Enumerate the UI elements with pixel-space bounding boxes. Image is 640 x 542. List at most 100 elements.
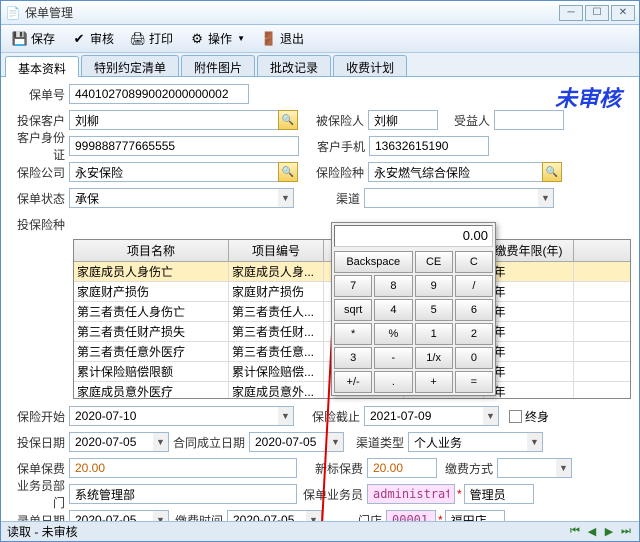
calc-key[interactable]: 0: [455, 347, 493, 369]
check-icon: ✔: [71, 31, 87, 47]
calc-key[interactable]: Backspace: [334, 251, 413, 273]
calc-key[interactable]: sqrt: [334, 299, 372, 321]
company-lookup[interactable]: 🔍: [278, 162, 298, 182]
calculator-popup: 0.00 BackspaceCEC789/sqrt456*%123-1/x0+/…: [331, 222, 496, 396]
print-button[interactable]: 🖨打印: [123, 27, 180, 50]
calc-key[interactable]: 1/x: [415, 347, 453, 369]
paymode-dropdown[interactable]: ▼: [556, 458, 572, 478]
end-field[interactable]: [364, 406, 484, 426]
end-dropdown[interactable]: ▼: [483, 406, 499, 426]
operate-button[interactable]: ⚙操作▼: [182, 27, 252, 50]
col-years[interactable]: 缴费年限(年): [484, 240, 574, 261]
contractdate-dropdown[interactable]: ▼: [328, 432, 344, 452]
tab-basic[interactable]: 基本资料: [5, 56, 79, 77]
calc-key[interactable]: C: [455, 251, 493, 273]
applydate-field[interactable]: [69, 432, 154, 452]
maximize-button[interactable]: ☐: [585, 5, 609, 21]
dept-field[interactable]: [69, 484, 297, 504]
form-panel: 未审核 保单号 投保客户 🔍 被保险人 受益人 客户身份证 客户手机 保险公司 …: [1, 77, 639, 521]
nav-prev-icon[interactable]: ◀: [585, 525, 599, 539]
calc-key[interactable]: *: [334, 323, 372, 345]
calc-key[interactable]: +/-: [334, 371, 372, 393]
beneficiary-field[interactable]: [494, 110, 564, 130]
idcard-field[interactable]: [69, 136, 299, 156]
label-beneficiary: 受益人: [438, 112, 494, 129]
applydate-dropdown[interactable]: ▼: [153, 432, 169, 452]
calc-key[interactable]: .: [374, 371, 412, 393]
label-contractdate: 合同成立日期: [169, 434, 249, 451]
calc-key[interactable]: %: [374, 323, 412, 345]
tab-amend[interactable]: 批改记录: [257, 55, 331, 76]
audit-stamp: 未审核: [555, 81, 621, 113]
lifelong-checkbox[interactable]: [509, 410, 522, 423]
label-newfee: 新标保费: [297, 460, 367, 477]
close-button[interactable]: ✕: [611, 5, 635, 21]
storename-field[interactable]: [445, 510, 505, 521]
calc-key[interactable]: 7: [334, 275, 372, 297]
tab-attach[interactable]: 附件图片: [181, 55, 255, 76]
newfee-field[interactable]: [367, 458, 437, 478]
store-field[interactable]: [386, 510, 436, 521]
entrydate-field[interactable]: [69, 510, 154, 521]
label-applydate: 投保日期: [9, 434, 69, 451]
customer-lookup[interactable]: 🔍: [278, 110, 298, 130]
calc-key[interactable]: 2: [455, 323, 493, 345]
calc-key[interactable]: 5: [415, 299, 453, 321]
label-store: 门店: [322, 512, 386, 522]
status-text: 读取 - 未审核: [7, 523, 78, 540]
calc-key[interactable]: 8: [374, 275, 412, 297]
col-code[interactable]: 项目编号: [229, 240, 324, 261]
policyfee-field[interactable]: [69, 458, 297, 478]
channel-dropdown[interactable]: ▼: [538, 188, 554, 208]
insured-field[interactable]: [368, 110, 438, 130]
calc-key[interactable]: CE: [415, 251, 453, 273]
calc-key[interactable]: 9: [415, 275, 453, 297]
minimize-button[interactable]: ─: [559, 5, 583, 21]
nav-first-icon[interactable]: ⏮: [568, 525, 582, 539]
risktype-field[interactable]: [368, 162, 543, 182]
channeltype-dropdown[interactable]: ▼: [527, 432, 543, 452]
calc-key[interactable]: /: [455, 275, 493, 297]
calc-key[interactable]: 6: [455, 299, 493, 321]
channeltype-field[interactable]: [408, 432, 528, 452]
paytime-field[interactable]: [227, 510, 307, 521]
col-name[interactable]: 项目名称: [74, 240, 229, 261]
channel-field[interactable]: [364, 188, 539, 208]
risktype-lookup[interactable]: 🔍: [542, 162, 562, 182]
label-channeltype: 渠道类型: [344, 434, 408, 451]
audit-button[interactable]: ✔审核: [64, 27, 121, 50]
nav-last-icon[interactable]: ⏭: [619, 525, 633, 539]
paymode-field[interactable]: [497, 458, 557, 478]
status-dropdown[interactable]: ▼: [278, 188, 294, 208]
label-salesman: 保单业务员: [297, 486, 367, 503]
exit-button[interactable]: 🚪退出: [254, 27, 311, 50]
customer-field[interactable]: [69, 110, 279, 130]
label-lifelong: 终身: [525, 408, 549, 425]
paytime-dropdown[interactable]: ▼: [306, 510, 322, 521]
start-dropdown[interactable]: ▼: [278, 406, 294, 426]
calc-key[interactable]: 4: [374, 299, 412, 321]
label-status: 保单状态: [9, 190, 69, 207]
policyno-field[interactable]: [69, 84, 249, 104]
tab-special[interactable]: 特别约定清单: [81, 55, 179, 76]
label-policyno: 保单号: [9, 86, 69, 103]
nav-next-icon[interactable]: ▶: [602, 525, 616, 539]
calc-key[interactable]: 1: [415, 323, 453, 345]
save-button[interactable]: 💾保存: [5, 27, 62, 50]
calc-key[interactable]: -: [374, 347, 412, 369]
salesman-field[interactable]: [367, 484, 455, 504]
salesmanname-field[interactable]: [464, 484, 534, 504]
entrydate-dropdown[interactable]: ▼: [153, 510, 169, 521]
mobile-field[interactable]: [369, 136, 489, 156]
company-field[interactable]: [69, 162, 279, 182]
start-field[interactable]: [69, 406, 279, 426]
label-idcard: 客户身份证: [9, 129, 69, 163]
label-company: 保险公司: [9, 164, 69, 181]
calc-key[interactable]: +: [415, 371, 453, 393]
calc-key[interactable]: 3: [334, 347, 372, 369]
tab-feeplan[interactable]: 收费计划: [333, 55, 407, 76]
policy-window: 📄 保单管理 ─ ☐ ✕ 💾保存 ✔审核 🖨打印 ⚙操作▼ 🚪退出 基本资料 特…: [0, 0, 640, 542]
calc-key[interactable]: =: [455, 371, 493, 393]
contractdate-field[interactable]: [249, 432, 329, 452]
status-field[interactable]: [69, 188, 279, 208]
